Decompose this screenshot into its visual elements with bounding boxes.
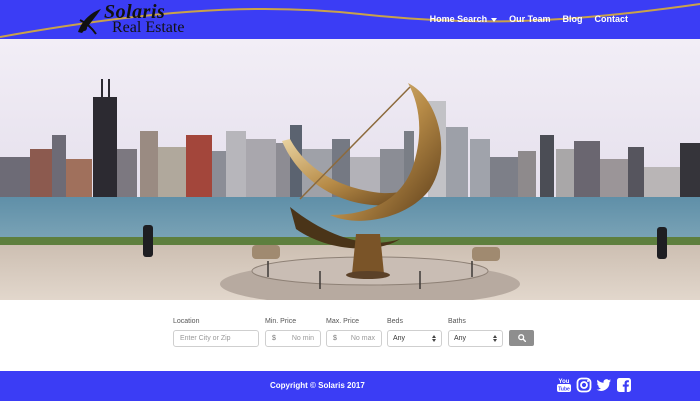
search-icon bbox=[517, 334, 526, 342]
beds-value: Any bbox=[393, 335, 406, 342]
hero-image bbox=[0, 39, 700, 300]
max-price-currency: $ bbox=[333, 335, 337, 342]
twitter-icon[interactable] bbox=[596, 377, 612, 393]
max-price-label: Max. Price bbox=[326, 318, 360, 325]
site-header: Solaris Real Estate Home Search Our Team… bbox=[0, 0, 700, 39]
location-placeholder: Enter City or Zip bbox=[180, 335, 231, 342]
min-price-placeholder: No min bbox=[291, 335, 314, 342]
baths-label: Baths bbox=[448, 318, 466, 325]
youtube-icon[interactable]: Tube You bbox=[556, 377, 572, 393]
select-arrows-icon bbox=[493, 335, 497, 342]
instagram-icon[interactable] bbox=[576, 377, 592, 393]
nav-blog-label: Blog bbox=[562, 14, 583, 24]
skyline-sundial-illustration bbox=[0, 39, 700, 300]
property-search-form: Location Enter City or Zip Min. Price $ … bbox=[0, 300, 700, 371]
min-price-label: Min. Price bbox=[265, 318, 297, 325]
brand-logo[interactable]: Solaris Real Estate bbox=[74, 2, 214, 38]
beds-select[interactable]: Any bbox=[387, 330, 442, 347]
chevron-down-icon bbox=[491, 17, 498, 22]
brand-subtitle: Real Estate bbox=[112, 19, 185, 36]
page: Solaris Real Estate Home Search Our Team… bbox=[0, 0, 700, 401]
baths-field: Baths Any bbox=[448, 317, 503, 347]
baths-select[interactable]: Any bbox=[448, 330, 503, 347]
facebook-icon[interactable] bbox=[616, 377, 632, 393]
nav-home-search[interactable]: Home Search bbox=[430, 14, 498, 25]
nav-our-team-label: Our Team bbox=[509, 14, 551, 24]
max-price-placeholder: No max bbox=[350, 335, 375, 342]
copyright-text: Copyright © Solaris 2017 bbox=[270, 381, 365, 390]
sundial-logo-icon bbox=[78, 9, 101, 35]
location-input[interactable]: Enter City or Zip bbox=[173, 330, 259, 347]
site-footer: Copyright © Solaris 2017 Tube You bbox=[0, 371, 700, 401]
min-price-currency: $ bbox=[272, 335, 276, 342]
nav-home-search-label: Home Search bbox=[429, 14, 488, 24]
nav-contact-label: Contact bbox=[594, 14, 629, 24]
svg-text:Tube: Tube bbox=[558, 387, 570, 393]
beds-label: Beds bbox=[387, 318, 403, 325]
min-price-field: Min. Price $ No min bbox=[265, 317, 321, 347]
main-nav: Home Search Our Team Blog Contact bbox=[430, 14, 628, 25]
min-price-input[interactable]: $ No min bbox=[265, 330, 321, 347]
search-button[interactable] bbox=[509, 330, 534, 346]
baths-value: Any bbox=[454, 335, 467, 342]
location-label: Location bbox=[173, 318, 200, 325]
location-field: Location Enter City or Zip bbox=[173, 317, 259, 347]
beds-field: Beds Any bbox=[387, 317, 442, 347]
max-price-field: Max. Price $ No max bbox=[326, 317, 382, 347]
nav-blog[interactable]: Blog bbox=[563, 14, 583, 25]
max-price-input[interactable]: $ No max bbox=[326, 330, 382, 347]
nav-our-team[interactable]: Our Team bbox=[509, 14, 550, 25]
nav-contact[interactable]: Contact bbox=[595, 14, 629, 25]
select-arrows-icon bbox=[432, 335, 436, 342]
social-links: Tube You bbox=[556, 377, 632, 393]
svg-text:You: You bbox=[559, 379, 570, 385]
